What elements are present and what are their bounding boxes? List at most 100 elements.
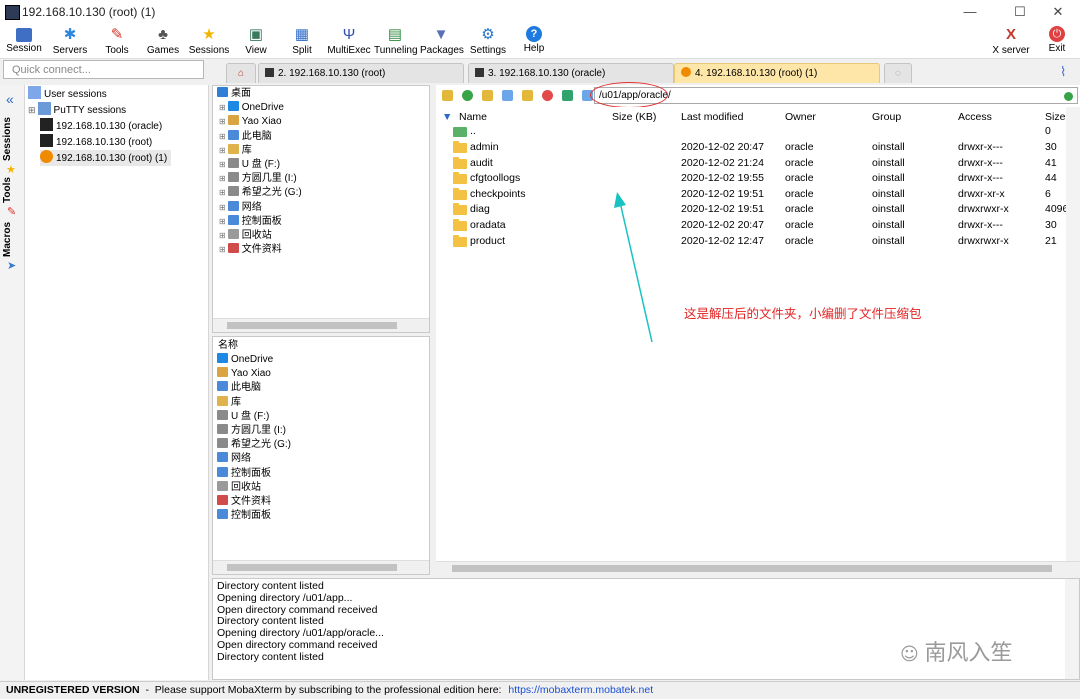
expand-icon[interactable]: ⊞: [219, 231, 226, 240]
file-row[interactable]: product 2020-12-02 12:47 oracle oinstall drw…: [436, 234, 1080, 250]
servers-icon: ✱: [63, 26, 77, 43]
split-button[interactable]: ▦ Split: [284, 24, 320, 58]
new-file-icon[interactable]: [502, 90, 513, 101]
horizontal-scrollbar[interactable]: [436, 561, 1080, 575]
list-item[interactable]: OneDrive: [217, 353, 273, 367]
tab-session-4[interactable]: 4. 192.168.10.130 (root) (1): [674, 63, 880, 83]
games-button[interactable]: ♣ Games: [144, 24, 182, 58]
expand-icon[interactable]: ⊞: [219, 188, 226, 197]
folder-icon: [453, 219, 467, 231]
file-row[interactable]: cfgtoollogs 2020-12-02 19:55 oracle oinstal…: [436, 171, 1080, 187]
tools-side-tab[interactable]: Tools: [2, 177, 13, 203]
file-row[interactable]: oradata 2020-12-02 20:47 oracle oinstall drw…: [436, 218, 1080, 234]
delete-icon[interactable]: [542, 90, 553, 101]
expand-icon[interactable]: ⊞: [219, 160, 226, 169]
expand-icon[interactable]: ⊞: [219, 132, 226, 141]
tree-node[interactable]: ⊞ 控制面板: [219, 214, 282, 229]
view-button[interactable]: ▣ View: [238, 24, 274, 58]
follow-terminal-icon[interactable]: [1064, 92, 1073, 101]
putty-sessions-node[interactable]: ⊞ PuTTY sessions: [28, 102, 126, 118]
open-folder-icon[interactable]: [522, 90, 533, 101]
list-item[interactable]: 方圆几里 (I:): [217, 424, 286, 438]
new-folder-icon[interactable]: [482, 90, 493, 101]
session-item-oracle[interactable]: 192.168.10.130 (oracle): [40, 118, 162, 134]
expand-icon[interactable]: ⊞: [219, 117, 226, 126]
mobatek-link[interactable]: https://mobaxterm.mobatek.net: [508, 684, 653, 696]
sessions-button[interactable]: ★ Sessions: [188, 24, 230, 58]
home-tab[interactable]: ⌂: [226, 63, 256, 83]
list-item[interactable]: 文件资料: [217, 495, 271, 509]
tree-node[interactable]: ⊞ 文件资料: [219, 243, 282, 257]
packages-button[interactable]: ▼ Packages: [420, 24, 464, 58]
parent-directory-row[interactable]: .. 0: [436, 124, 1080, 140]
list-item[interactable]: 库: [217, 395, 241, 410]
list-item[interactable]: Yao Xiao: [217, 367, 271, 381]
tree-node[interactable]: ⊞ 方圆几里 (I:): [219, 172, 297, 186]
list-item[interactable]: 回收站: [217, 480, 261, 495]
file-row[interactable]: audit 2020-12-02 21:24 oracle oinstall drwxr…: [436, 156, 1080, 172]
column-header-name[interactable]: Name: [459, 111, 487, 123]
file-group: oinstall: [872, 172, 905, 185]
upload-icon[interactable]: [562, 90, 573, 101]
multiexec-button[interactable]: Ψ MultiExec: [327, 24, 371, 58]
minimize-button[interactable]: —: [948, 2, 992, 22]
sessions-side-tab[interactable]: Sessions: [2, 117, 13, 161]
vertical-scrollbar[interactable]: [1065, 579, 1079, 679]
expand-icon[interactable]: ⊞: [219, 103, 226, 112]
attach-icon[interactable]: ⌇: [1060, 64, 1066, 80]
xserver-button[interactable]: X X server: [990, 24, 1032, 58]
macros-side-tab[interactable]: Macros: [2, 222, 13, 257]
parent-folder-icon[interactable]: [442, 90, 453, 101]
tree-node[interactable]: ⊞ 回收站: [219, 229, 272, 243]
list-item[interactable]: 控制面板: [217, 509, 271, 523]
file-row[interactable]: diag 2020-12-02 19:51 oracle oinstall drwxrw…: [436, 202, 1080, 218]
exit-button[interactable]: ⏻ Exit: [1040, 24, 1074, 58]
tunneling-button[interactable]: ▤ Tunneling: [374, 24, 418, 58]
tree-node[interactable]: ⊞ OneDrive: [219, 101, 284, 115]
file-row[interactable]: admin 2020-12-02 20:47 oracle oinstall drwxr…: [436, 140, 1080, 156]
tools-button[interactable]: ✎ Tools: [98, 24, 136, 58]
expand-icon[interactable]: ⊞: [219, 146, 226, 155]
list-item[interactable]: 希望之光 (G:): [217, 438, 291, 452]
column-header-access[interactable]: Access: [958, 111, 992, 123]
file-row[interactable]: checkpoints 2020-12-02 19:51 oracle oinstal…: [436, 187, 1080, 203]
tab-session-2[interactable]: 2. 192.168.10.130 (root): [258, 63, 464, 83]
settings-button[interactable]: ⚙ Settings: [468, 24, 508, 58]
tree-node[interactable]: ⊞ U 盘 (F:): [219, 158, 280, 172]
session-item-root[interactable]: 192.168.10.130 (root): [40, 134, 152, 150]
session-item-root-1[interactable]: 192.168.10.130 (root) (1): [40, 150, 172, 166]
user-sessions-node[interactable]: User sessions: [28, 86, 107, 102]
tree-node[interactable]: 桌面: [217, 87, 251, 101]
servers-button[interactable]: ✱ Servers: [50, 24, 90, 58]
tree-node[interactable]: ⊞ Yao Xiao: [219, 115, 282, 129]
toolbar-label: MultiExec: [327, 45, 371, 56]
tree-node[interactable]: ⊞ 库: [219, 143, 252, 158]
list-item[interactable]: U 盘 (F:): [217, 409, 269, 424]
help-button[interactable]: ? Help: [516, 24, 552, 58]
expand-icon[interactable]: ⊞: [219, 203, 226, 212]
column-header-modified[interactable]: Last modified: [681, 111, 743, 123]
refresh-icon[interactable]: [462, 90, 473, 101]
vertical-scrollbar[interactable]: [1066, 107, 1080, 575]
session-button[interactable]: Session: [4, 24, 44, 58]
horizontal-scrollbar[interactable]: [213, 560, 429, 574]
tab-session-3[interactable]: 3. 192.168.10.130 (oracle): [468, 63, 674, 83]
collapse-icon[interactable]: «: [6, 91, 14, 107]
tree-node[interactable]: ⊞ 网络: [219, 200, 262, 215]
column-header-group[interactable]: Group: [872, 111, 901, 123]
quick-connect-input[interactable]: Quick connect...: [3, 60, 204, 79]
horizontal-scrollbar[interactable]: [213, 318, 429, 332]
tree-node[interactable]: ⊞ 此电脑: [219, 129, 272, 144]
new-tab-button[interactable]: ◌: [884, 63, 912, 83]
list-item[interactable]: 此电脑: [217, 381, 261, 395]
list-item[interactable]: 控制面板: [217, 466, 271, 481]
expand-icon[interactable]: ⊞: [219, 245, 226, 254]
close-button[interactable]: ✕: [1036, 2, 1080, 22]
column-header-size[interactable]: Size (KB): [612, 111, 656, 123]
expand-icon[interactable]: ⊞: [219, 217, 226, 226]
tree-node[interactable]: ⊞ 希望之光 (G:): [219, 186, 302, 200]
column-header-owner[interactable]: Owner: [785, 111, 816, 123]
expand-icon[interactable]: ⊞: [219, 174, 226, 183]
list-item[interactable]: 网络: [217, 452, 251, 466]
column-header-name[interactable]: 名称: [218, 339, 238, 353]
